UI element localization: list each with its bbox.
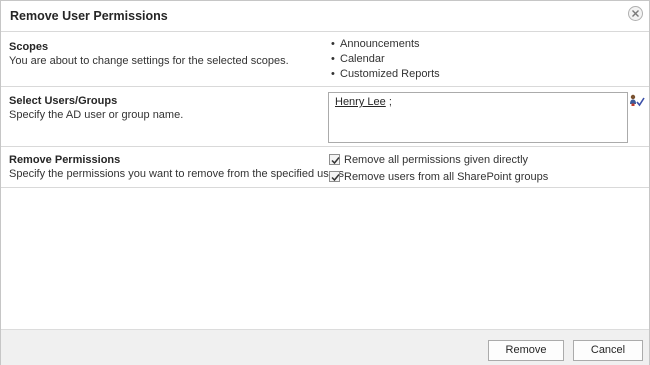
option-remove-direct: Remove all permissions given directly bbox=[329, 152, 548, 167]
permissions-title: Remove Permissions bbox=[9, 154, 121, 166]
remove-direct-checkbox[interactable] bbox=[329, 154, 340, 165]
dialog-footer: Remove Cancel bbox=[1, 329, 649, 365]
remove-groups-checkbox[interactable] bbox=[329, 171, 340, 182]
cancel-button[interactable]: Cancel bbox=[573, 340, 643, 361]
name-separator: ; bbox=[388, 96, 392, 108]
remove-button[interactable]: Remove bbox=[488, 340, 564, 361]
people-picker-input[interactable]: Henry Lee ; bbox=[328, 92, 628, 143]
close-button[interactable] bbox=[628, 6, 643, 21]
remove-groups-label: Remove users from all SharePoint groups bbox=[344, 170, 549, 183]
permissions-section: Remove Permissions Specify the permissio… bbox=[1, 147, 649, 188]
check-names-icon[interactable] bbox=[629, 94, 645, 108]
users-label-group: Select Users/Groups Specify the AD user … bbox=[9, 95, 183, 122]
dialog-title-bar: Remove User Permissions bbox=[1, 1, 649, 32]
scope-item: • Announcements bbox=[331, 38, 420, 50]
close-icon bbox=[631, 9, 640, 18]
dialog-title: Remove User Permissions bbox=[10, 9, 168, 23]
scopes-description: You are about to change settings for the… bbox=[9, 55, 289, 67]
scopes-list: • Announcements • Calendar • Customized Rep… bbox=[331, 37, 440, 82]
option-remove-groups: Remove users from all SharePoint groups bbox=[329, 169, 548, 184]
permissions-label-group: Remove Permissions Specify the permissio… bbox=[9, 154, 347, 181]
resolved-user[interactable]: Henry Lee bbox=[335, 96, 386, 108]
scopes-section: Scopes You are about to change settings … bbox=[1, 32, 649, 87]
users-description: Specify the AD user or group name. bbox=[9, 109, 184, 121]
scopes-label-group: Scopes You are about to change settings … bbox=[9, 41, 289, 68]
remove-user-permissions-dialog: Remove User Permissions Scopes You are a… bbox=[0, 0, 650, 365]
users-section: Select Users/Groups Specify the AD user … bbox=[1, 87, 649, 147]
users-title: Select Users/Groups bbox=[9, 95, 118, 107]
scopes-title: Scopes bbox=[9, 41, 49, 53]
permissions-options: Remove all permissions given directly Re… bbox=[329, 152, 548, 186]
scope-item: • Calendar bbox=[331, 53, 385, 65]
remove-direct-label: Remove all permissions given directly bbox=[344, 153, 529, 166]
scope-item: • Customized Reports bbox=[331, 68, 440, 80]
permissions-description: Specify the permissions you want to remo… bbox=[9, 168, 348, 180]
